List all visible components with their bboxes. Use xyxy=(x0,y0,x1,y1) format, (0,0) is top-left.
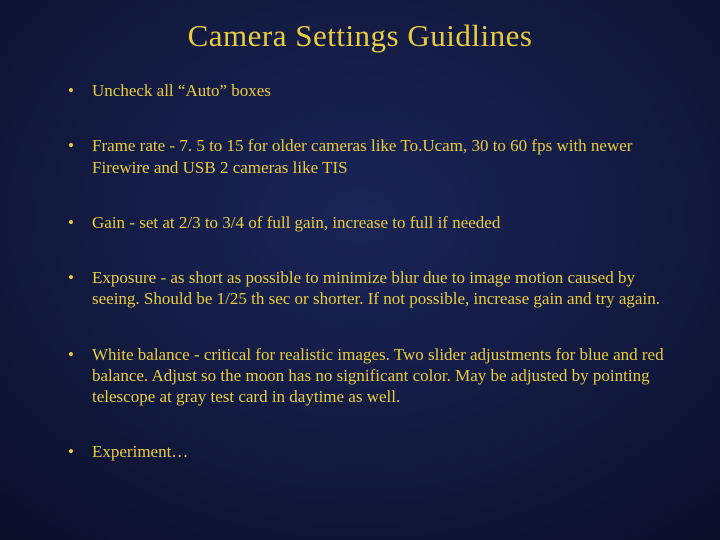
list-item: Exposure - as short as possible to minim… xyxy=(68,267,680,310)
list-item: Experiment… xyxy=(68,441,680,462)
slide: Camera Settings Guidlines Uncheck all “A… xyxy=(0,0,720,540)
bullet-list: Uncheck all “Auto” boxes Frame rate - 7.… xyxy=(40,80,680,463)
list-item: Frame rate - 7. 5 to 15 for older camera… xyxy=(68,135,680,178)
list-item: Gain - set at 2/3 to 3/4 of full gain, i… xyxy=(68,212,680,233)
list-item: White balance - critical for realistic i… xyxy=(68,344,680,408)
list-item: Uncheck all “Auto” boxes xyxy=(68,80,680,101)
page-title: Camera Settings Guidlines xyxy=(40,18,680,54)
